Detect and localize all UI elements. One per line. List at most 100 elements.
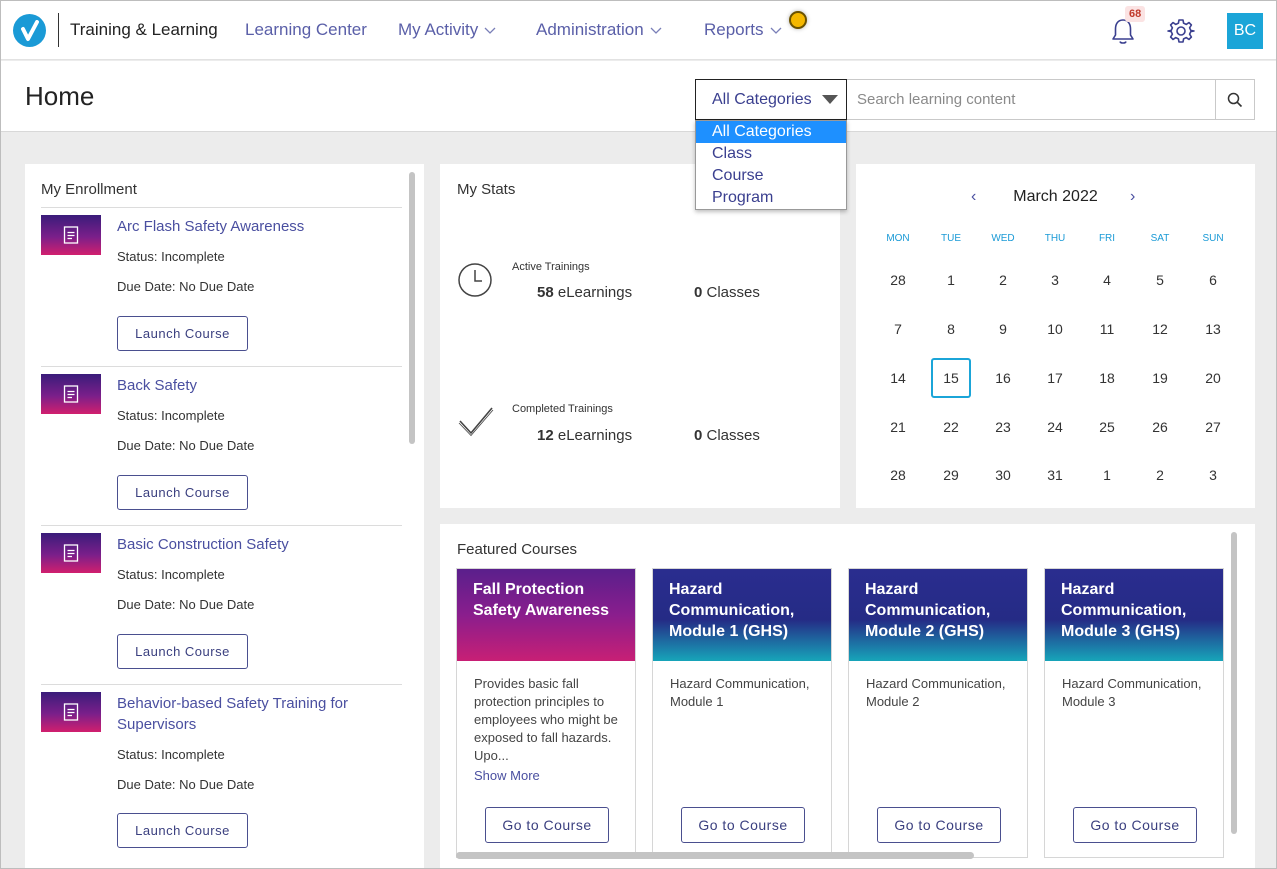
calendar-day[interactable]: 1	[1087, 455, 1127, 495]
calendar-weekday: FRI	[1098, 233, 1116, 244]
nav-learning-center[interactable]: Learning Center	[245, 20, 367, 40]
due-label: Due Date:	[117, 438, 176, 453]
calendar-day[interactable]: 28	[878, 260, 918, 300]
course-thumbnail	[41, 533, 101, 573]
my-enrollment-panel: My Enrollment Arc Flash Safety Awareness…	[25, 164, 424, 868]
calendar-day[interactable]: 27	[1193, 407, 1233, 447]
calendar-day[interactable]: 21	[878, 407, 918, 447]
chevron-down-icon	[484, 27, 496, 34]
show-more-link[interactable]: Show More	[474, 768, 540, 783]
category-select[interactable]: All Categories	[695, 79, 847, 120]
enrollment-scrollbar[interactable]	[409, 172, 415, 444]
user-avatar[interactable]: BC	[1227, 13, 1263, 49]
settings-gear-icon[interactable]	[1167, 17, 1195, 45]
calendar-day[interactable]: 28	[878, 455, 918, 495]
calendar-day[interactable]: 11	[1087, 309, 1127, 349]
due-value: No Due Date	[179, 597, 255, 612]
featured-horizontal-scrollbar[interactable]	[456, 852, 974, 859]
calendar-day[interactable]: 26	[1140, 407, 1180, 447]
launch-course-button[interactable]: Launch Course	[117, 634, 248, 669]
category-dropdown-menu: All Categories Class Course Program	[695, 120, 847, 210]
nav-administration[interactable]: Administration	[536, 20, 662, 40]
card-description: Hazard Communication, Module 1	[670, 676, 810, 709]
course-link[interactable]: Back Safety	[117, 375, 387, 396]
calendar-day[interactable]: 16	[983, 358, 1023, 398]
calendar-day[interactable]: 12	[1140, 309, 1180, 349]
calendar-weekday: MON	[886, 233, 910, 244]
calendar-day[interactable]: 14	[878, 358, 918, 398]
stat-unit: Classes	[706, 427, 760, 444]
calendar-day[interactable]: 25	[1087, 407, 1127, 447]
featured-vertical-scrollbar[interactable]	[1231, 532, 1237, 834]
checkmark-icon	[458, 407, 494, 437]
calendar-weekday: SAT	[1150, 233, 1170, 244]
course-link[interactable]: Behavior-based Safety Training for Super…	[117, 693, 387, 735]
category-option-class[interactable]: Class	[696, 143, 846, 165]
category-option-program[interactable]: Program	[696, 187, 846, 209]
calendar-day[interactable]: 30	[983, 455, 1023, 495]
search-input[interactable]	[847, 79, 1216, 120]
card-description: Provides basic fall protection principle…	[474, 676, 618, 763]
go-to-course-button[interactable]: Go to Course	[1073, 807, 1197, 843]
course-card[interactable]: Hazard Communication, Module 3 (GHS) Haz…	[1044, 568, 1224, 858]
calendar-day[interactable]: 8	[931, 309, 971, 349]
status-label: Status:	[117, 249, 158, 264]
category-option-all[interactable]: All Categories	[696, 121, 846, 143]
calendar-day[interactable]: 22	[931, 407, 971, 447]
course-card[interactable]: Fall Protection Safety Awareness Provide…	[456, 568, 636, 858]
calendar-day[interactable]: 5	[1140, 260, 1180, 300]
due-label: Due Date:	[117, 777, 176, 792]
chevron-down-icon	[650, 27, 662, 34]
course-due-date: Due Date: No Due Date	[117, 279, 254, 294]
calendar-day[interactable]: 24	[1035, 407, 1075, 447]
calendar-day[interactable]: 19	[1140, 358, 1180, 398]
calendar-day[interactable]: 6	[1193, 260, 1233, 300]
course-due-date: Due Date: No Due Date	[117, 777, 254, 792]
nav-reports[interactable]: Reports	[704, 20, 782, 40]
go-to-course-button[interactable]: Go to Course	[877, 807, 1001, 843]
calendar-day[interactable]: 3	[1193, 455, 1233, 495]
chevron-down-icon	[770, 27, 781, 34]
launch-course-button[interactable]: Launch Course	[117, 475, 248, 510]
calendar-day[interactable]: 3	[1035, 260, 1075, 300]
card-description: Hazard Communication, Module 2	[866, 676, 1006, 709]
brand-logo-icon[interactable]	[13, 14, 46, 47]
calendar-day[interactable]: 2	[1140, 455, 1180, 495]
nav-my-activity[interactable]: My Activity	[398, 20, 496, 40]
calendar-day[interactable]: 7	[878, 309, 918, 349]
stat-number: 0	[694, 284, 703, 301]
go-to-course-button[interactable]: Go to Course	[485, 807, 609, 843]
calendar-day[interactable]: 17	[1035, 358, 1075, 398]
app-title: Training & Learning	[70, 20, 218, 39]
category-option-course[interactable]: Course	[696, 165, 846, 187]
course-link[interactable]: Arc Flash Safety Awareness	[117, 216, 387, 237]
calendar-day[interactable]: 18	[1087, 358, 1127, 398]
calendar-day[interactable]: 1	[931, 260, 971, 300]
calendar-day[interactable]: 20	[1193, 358, 1233, 398]
launch-course-button[interactable]: Launch Course	[117, 316, 248, 351]
launch-course-button[interactable]: Launch Course	[117, 813, 248, 848]
card-description: Hazard Communication, Module 3	[1062, 676, 1202, 709]
calendar-day[interactable]: 4	[1087, 260, 1127, 300]
status-value: Incomplete	[161, 408, 225, 423]
calendar-weekday: WED	[991, 233, 1015, 244]
calendar-day[interactable]: 10	[1035, 309, 1075, 349]
calendar-day[interactable]: 29	[931, 455, 971, 495]
course-card[interactable]: Hazard Communication, Module 2 (GHS) Haz…	[848, 568, 1028, 858]
status-label: Status:	[117, 567, 158, 582]
calendar-day[interactable]: 13	[1193, 309, 1233, 349]
search-button[interactable]	[1215, 79, 1255, 120]
calendar-day[interactable]: 9	[983, 309, 1023, 349]
calendar-next-button[interactable]: ›	[1130, 188, 1135, 206]
calendar-day[interactable]: 15	[931, 358, 971, 398]
course-card[interactable]: Hazard Communication, Module 1 (GHS) Haz…	[652, 568, 832, 858]
calendar-day[interactable]: 31	[1035, 455, 1075, 495]
course-link[interactable]: Basic Construction Safety	[117, 534, 387, 555]
due-label: Due Date:	[117, 597, 176, 612]
notification-count-badge: 68	[1125, 6, 1146, 22]
calendar-day[interactable]: 23	[983, 407, 1023, 447]
card-banner-title: Hazard Communication, Module 2 (GHS)	[849, 569, 1027, 661]
go-to-course-button[interactable]: Go to Course	[681, 807, 805, 843]
calendar-day[interactable]: 2	[983, 260, 1023, 300]
page-title: Home	[25, 81, 95, 111]
